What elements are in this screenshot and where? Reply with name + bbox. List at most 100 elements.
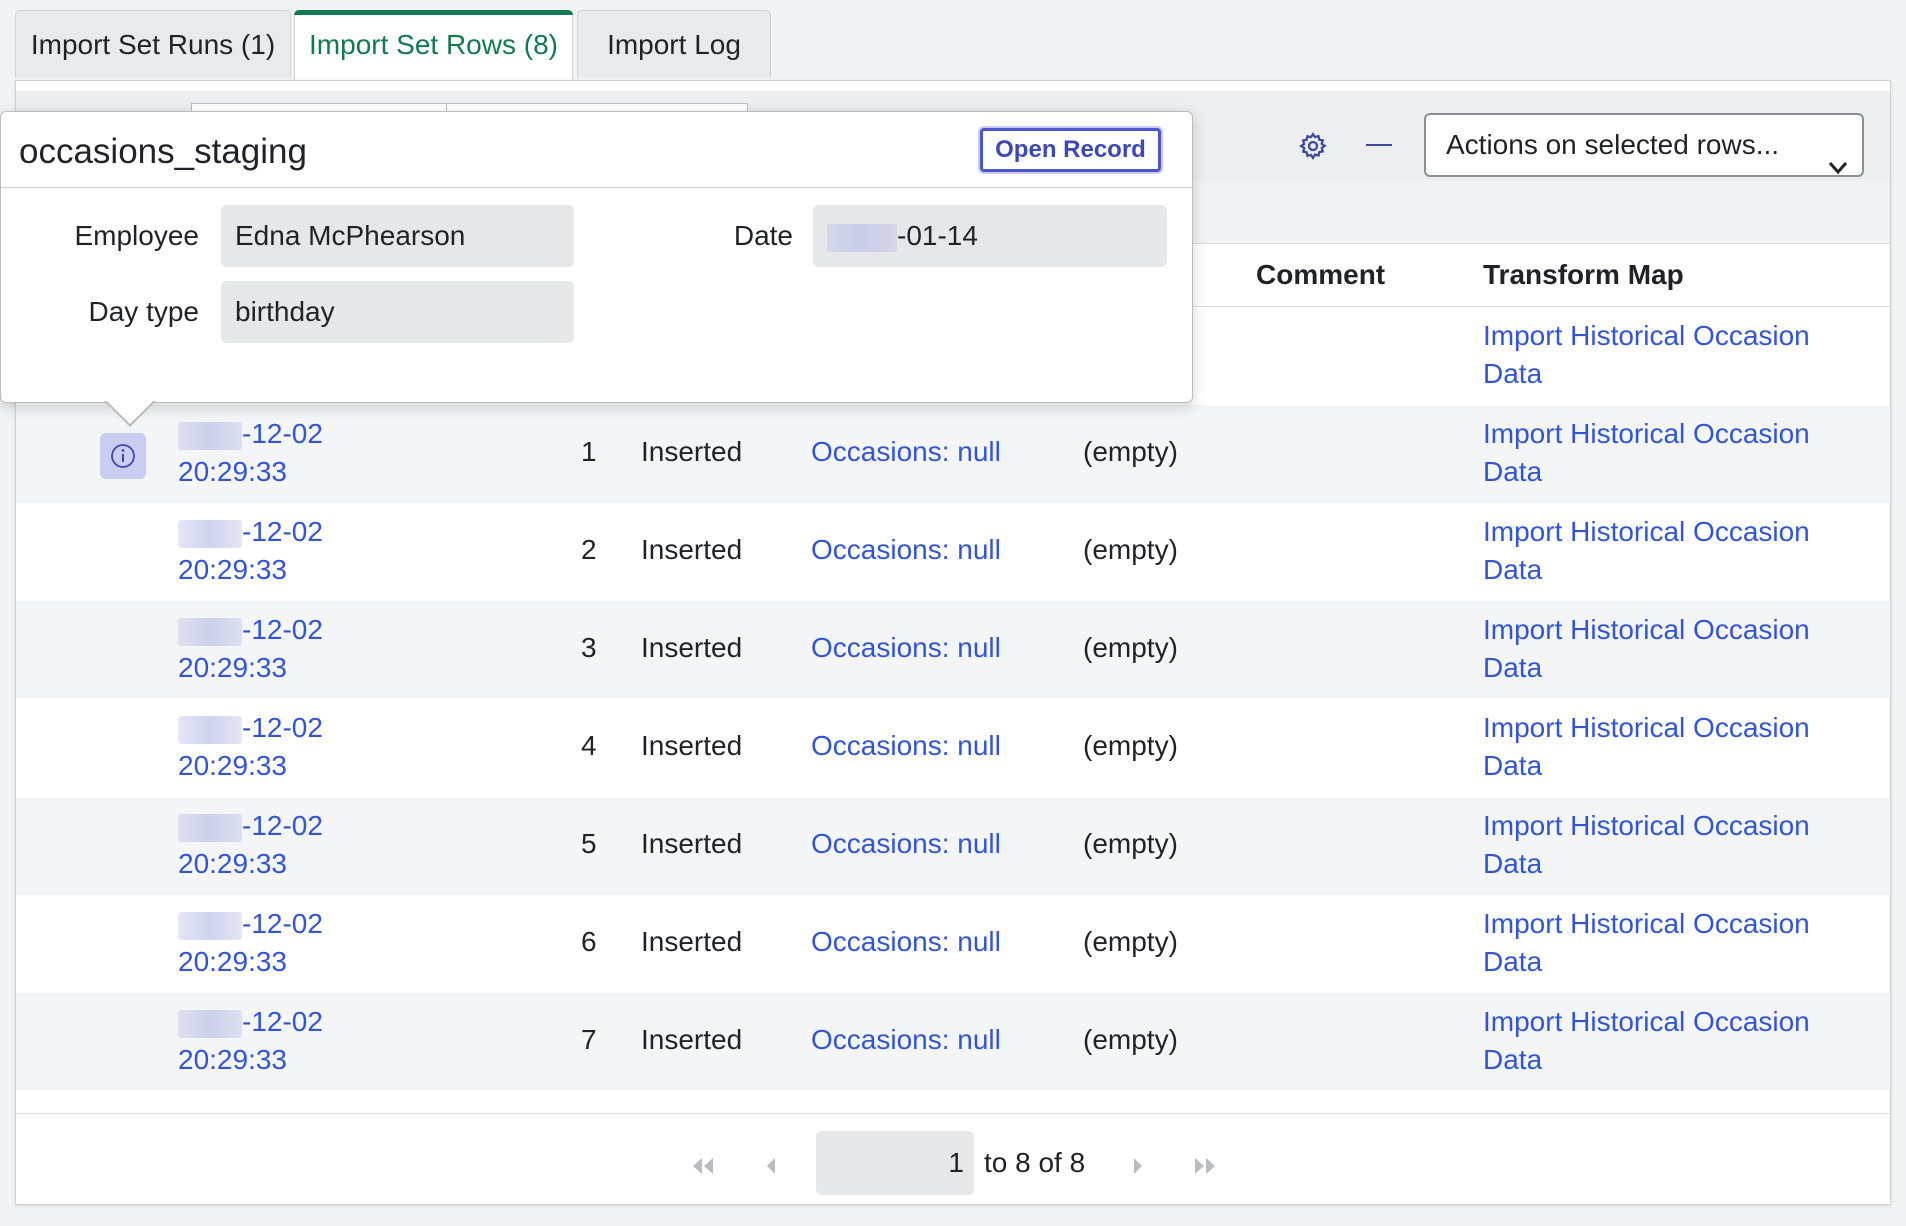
transform-map-line2: Data <box>1483 750 1543 781</box>
row-date: -12-02 <box>242 1006 323 1037</box>
row-state: Inserted <box>641 730 743 761</box>
row-comment: (empty) <box>1083 436 1178 467</box>
employee-label: Employee <box>74 220 199 251</box>
transform-map-line1: Import Historical Occasion <box>1483 1006 1810 1037</box>
info-icon <box>111 444 135 468</box>
open-record-button[interactable]: Open Record <box>980 128 1161 172</box>
transform-map-link[interactable]: Import Historical Occasion Data <box>1483 317 1810 393</box>
target-record-link[interactable]: Occasions: null <box>811 632 1001 664</box>
transform-map-link[interactable]: Import Historical Occasion Data <box>1483 513 1810 589</box>
row-state: Inserted <box>641 436 743 467</box>
date-label: Date <box>733 220 793 251</box>
transform-map-link[interactable]: Import Historical Occasion Data <box>1483 415 1810 491</box>
transform-map-line1: Import Historical Occasion <box>1483 418 1810 449</box>
transform-map-line1: Import Historical Occasion <box>1483 908 1810 939</box>
created-link[interactable]: -12-02 20:29:33 <box>178 1003 323 1079</box>
redaction-mask <box>178 715 242 744</box>
row-time: 20:29:33 <box>178 750 287 781</box>
row-time: 20:29:33 <box>178 946 287 977</box>
created-link[interactable]: -12-02 20:29:33 <box>178 709 323 785</box>
employee-field: Edna McPhearson <box>221 205 574 267</box>
table-row: -12-02 20:29:33 3 Inserted Occasions: nu… <box>16 601 1890 699</box>
redaction-mask <box>178 911 242 940</box>
row-time: 20:29:33 <box>178 848 287 879</box>
row-preview-button[interactable] <box>100 433 146 479</box>
redaction-mask <box>178 1009 242 1038</box>
transform-map-link[interactable]: Import Historical Occasion Data <box>1483 709 1810 785</box>
transform-map-line1: Import Historical Occasion <box>1483 516 1810 547</box>
target-record-link[interactable]: Occasions: null <box>811 828 1001 860</box>
created-link[interactable]: -12-02 20:29:33 <box>178 807 323 883</box>
row-state: Inserted <box>641 828 743 859</box>
actions-select-label: Actions on selected rows... <box>1446 129 1780 160</box>
row-comment: (empty) <box>1083 730 1178 761</box>
row-time: 20:29:33 <box>178 652 287 683</box>
target-record-link[interactable]: Occasions: null <box>811 1024 1001 1056</box>
record-preview-popup: occasions_staging Open Record Employee E… <box>0 111 1193 403</box>
popup-divider <box>1 187 1192 188</box>
row-date: -12-02 <box>242 908 323 939</box>
minimize-icon[interactable] <box>1366 144 1392 146</box>
row-comment: (empty) <box>1083 632 1178 663</box>
transform-map-link[interactable]: Import Historical Occasion Data <box>1483 1003 1810 1079</box>
table-row: -12-02 20:29:33 6 Inserted Occasions: nu… <box>16 895 1890 993</box>
row-date: -12-02 <box>242 810 323 841</box>
row-number: 3 <box>581 632 597 663</box>
table-row: -12-02 20:29:33 7 Inserted Occasions: nu… <box>16 993 1890 1091</box>
row-number: 5 <box>581 828 597 859</box>
previous-page-icon[interactable] <box>756 1151 786 1181</box>
row-comment: (empty) <box>1083 1024 1178 1055</box>
day-type-label: Day type <box>88 296 200 327</box>
row-state: Inserted <box>641 534 743 565</box>
transform-map-line2: Data <box>1483 554 1543 585</box>
transform-map-link[interactable]: Import Historical Occasion Data <box>1483 611 1810 687</box>
created-link[interactable]: -12-02 20:29:33 <box>178 611 323 687</box>
transform-map-line2: Data <box>1483 652 1543 683</box>
redaction-mask <box>178 813 242 842</box>
column-header-comment[interactable]: Comment <box>1256 259 1385 291</box>
transform-map-line1: Import Historical Occasion <box>1483 712 1810 743</box>
row-comment: (empty) <box>1083 534 1178 565</box>
row-number: 2 <box>581 534 597 565</box>
row-number: 7 <box>581 1024 597 1055</box>
row-comment: (empty) <box>1083 828 1178 859</box>
row-date: -12-02 <box>242 418 323 449</box>
row-number: 1 <box>581 436 597 467</box>
row-time: 20:29:33 <box>178 1044 287 1075</box>
redaction-mask <box>178 617 242 646</box>
target-record-link[interactable]: Occasions: null <box>811 926 1001 958</box>
actions-select[interactable]: Actions on selected rows... <box>1424 113 1864 177</box>
column-header-transform-map[interactable]: Transform Map <box>1483 259 1684 291</box>
target-record-link[interactable]: Occasions: null <box>811 534 1001 566</box>
transform-map-line2: Data <box>1483 456 1543 487</box>
tab-import-set-runs[interactable]: Import Set Runs (1) <box>15 10 291 78</box>
last-page-icon[interactable] <box>1190 1151 1220 1181</box>
transform-map-line1: Import Historical Occasion <box>1483 810 1810 841</box>
row-state: Inserted <box>641 926 743 957</box>
gear-icon[interactable] <box>1293 126 1333 166</box>
target-record-link[interactable]: Occasions: null <box>811 730 1001 762</box>
first-page-icon[interactable] <box>688 1151 718 1181</box>
transform-map-line2: Data <box>1483 358 1543 389</box>
tab-import-set-rows[interactable]: Import Set Rows (8) <box>294 10 573 82</box>
tab-import-log[interactable]: Import Log <box>577 10 771 78</box>
row-state: Inserted <box>641 1024 743 1055</box>
created-link[interactable]: -12-02 20:29:33 <box>178 415 323 491</box>
date-field: -01-14 <box>813 205 1167 267</box>
page-number-input[interactable]: 1 <box>816 1131 974 1195</box>
redaction-mask <box>178 519 242 548</box>
date-value: -01-14 <box>897 220 978 251</box>
footer-divider <box>16 1113 1890 1114</box>
row-number: 6 <box>581 926 597 957</box>
next-page-icon[interactable] <box>1123 1151 1153 1181</box>
row-state: Inserted <box>641 632 743 663</box>
transform-map-link[interactable]: Import Historical Occasion Data <box>1483 807 1810 883</box>
target-record-link[interactable]: Occasions: null <box>811 436 1001 468</box>
transform-map-link[interactable]: Import Historical Occasion Data <box>1483 905 1810 981</box>
created-link[interactable]: -12-02 20:29:33 <box>178 513 323 589</box>
created-link[interactable]: -12-02 20:29:33 <box>178 905 323 981</box>
row-number: 4 <box>581 730 597 761</box>
popup-title: occasions_staging <box>19 132 307 171</box>
table-row: -12-02 20:29:33 1 Inserted Occasions: nu… <box>16 405 1890 503</box>
row-date: -12-02 <box>242 712 323 743</box>
